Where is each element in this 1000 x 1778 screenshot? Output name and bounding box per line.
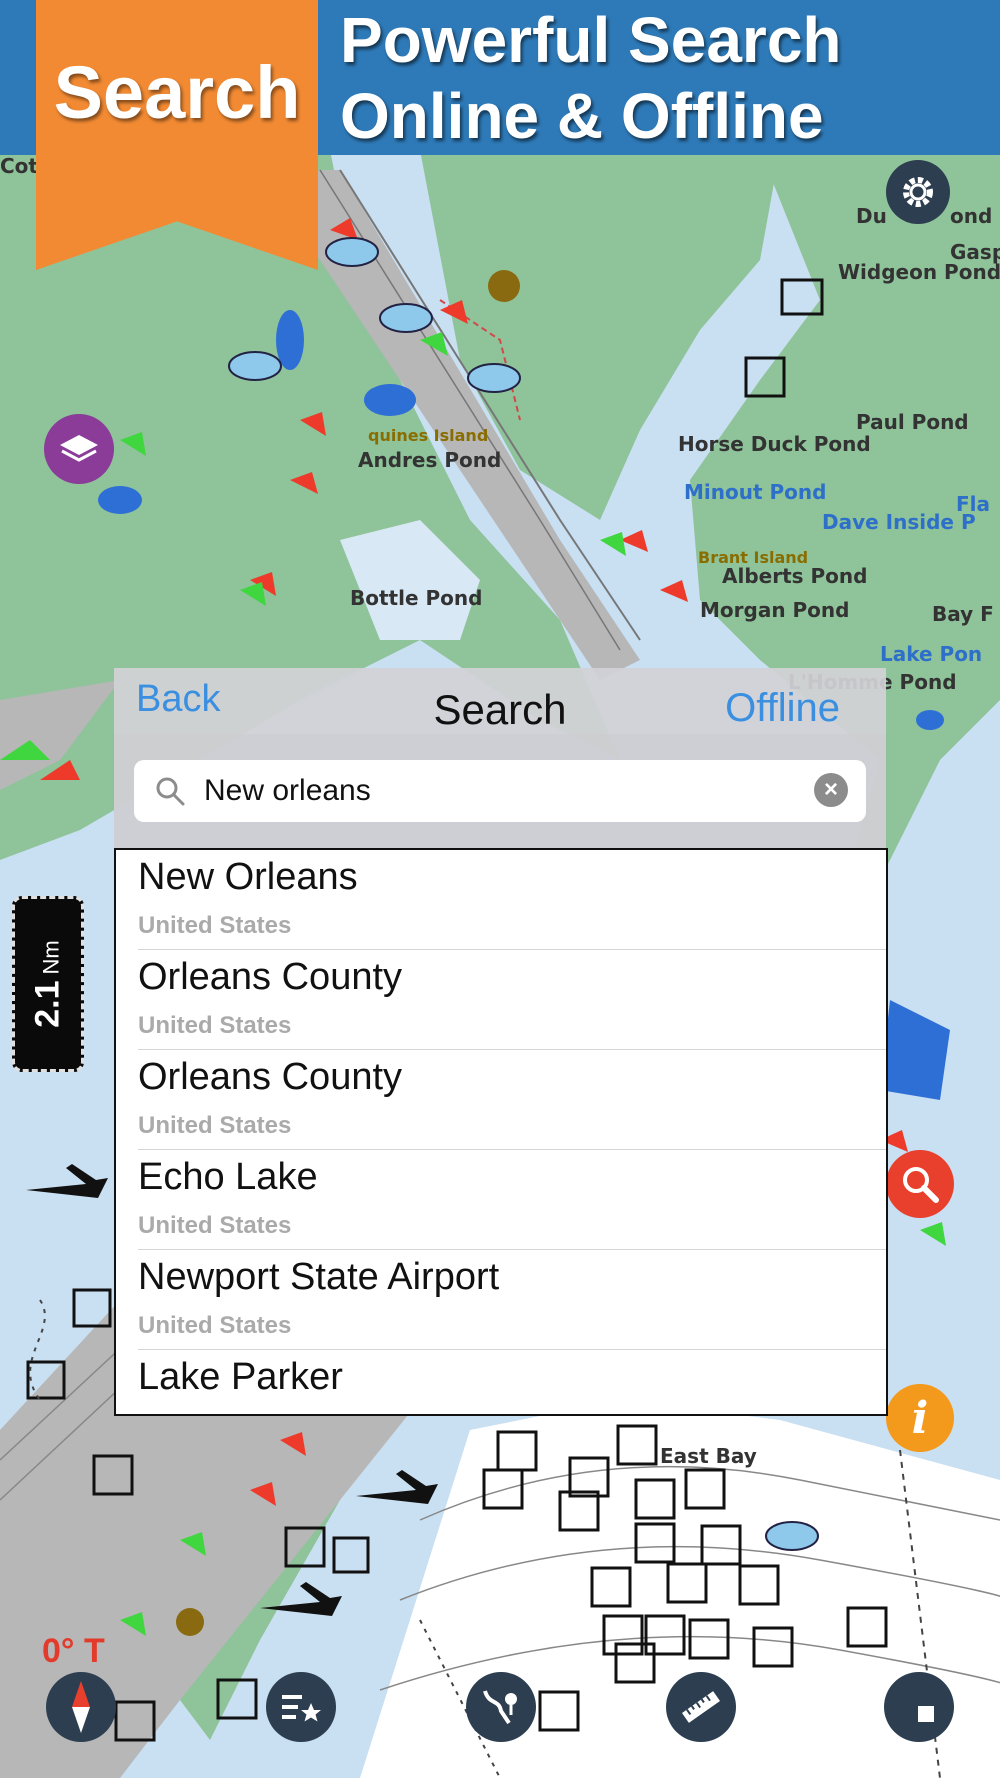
- map-label-gasp: Gasp: [950, 240, 1000, 264]
- result-name: Lake Parker: [138, 1356, 343, 1398]
- search-icon: [156, 777, 185, 806]
- result-name: Orleans County: [138, 956, 403, 998]
- info-button[interactable]: i: [886, 1384, 954, 1452]
- stop-icon: [918, 1706, 934, 1722]
- compass-icon: [72, 1681, 90, 1733]
- search-results-list[interactable]: New Orleans United States Orleans County Un…: [114, 848, 888, 1416]
- search-input[interactable]: [204, 760, 804, 822]
- map-label-fla: Fla: [956, 492, 991, 516]
- heading-readout: 0° T: [42, 1632, 105, 1670]
- map-label-ond: ond: [950, 204, 993, 228]
- offline-button[interactable]: Offline: [725, 686, 840, 731]
- search-result-row[interactable]: Newport State Airport United States: [138, 1250, 886, 1350]
- favorites-button[interactable]: [266, 1672, 336, 1742]
- search-result-row[interactable]: Orleans County United States: [138, 950, 886, 1050]
- map-label-minout-pond: Minout Pond: [684, 480, 827, 504]
- route-button[interactable]: [466, 1672, 536, 1742]
- result-name: Echo Lake: [138, 1156, 318, 1198]
- scale-value: 2.1: [28, 980, 67, 1028]
- banner-line-1: Powerful Search: [340, 4, 842, 76]
- route-icon: [483, 1690, 517, 1725]
- map-label-morgan-pond: Morgan Pond: [700, 598, 850, 622]
- search-ribbon-label: Search: [53, 51, 301, 134]
- search-result-row[interactable]: Echo Lake United States: [138, 1150, 886, 1250]
- scale-unit: Nm: [38, 940, 64, 975]
- info-icon: i: [911, 1392, 929, 1444]
- record-button[interactable]: [884, 1672, 954, 1742]
- result-country: United States: [138, 912, 292, 939]
- map-label-paul-pond: Paul Pond: [856, 410, 969, 434]
- search-panel: Back Search Offline × New Orleans United …: [114, 668, 888, 1416]
- search-header: Back Search Offline: [114, 668, 886, 734]
- ruler-icon: [681, 1691, 721, 1723]
- scale-bar: 2.1 Nm: [12, 896, 84, 1072]
- map-label-horse-duck-pond: Horse Duck Pond: [678, 432, 871, 456]
- map-label-andres-pond: Andres Pond: [358, 448, 502, 472]
- result-country: United States: [138, 1312, 292, 1339]
- search-map-button[interactable]: [886, 1150, 954, 1218]
- map-label-bay: Bay F: [932, 602, 994, 626]
- search-result-row[interactable]: New Orleans United States: [138, 850, 886, 950]
- layers-icon: [60, 435, 98, 462]
- compass-button[interactable]: [46, 1672, 116, 1742]
- map-label-lake-pond: Lake Pon: [880, 642, 983, 666]
- magnifier-icon: [903, 1167, 939, 1203]
- map-label-bottle-pond: Bottle Pond: [350, 586, 483, 610]
- map-label-alberts-pond: Alberts Pond: [722, 564, 868, 588]
- favorites-list-icon: [282, 1695, 321, 1722]
- measure-button[interactable]: [666, 1672, 736, 1742]
- result-name: Newport State Airport: [138, 1256, 500, 1298]
- search-field[interactable]: ×: [134, 760, 866, 822]
- map-label-quines-island: quines Island: [368, 426, 489, 445]
- banner-line-2: Online & Offline: [340, 80, 824, 152]
- settings-button[interactable]: [886, 160, 950, 224]
- search-result-row[interactable]: Orleans County United States: [138, 1050, 886, 1150]
- result-country: United States: [138, 1012, 292, 1039]
- clear-icon[interactable]: ×: [814, 773, 848, 807]
- result-country: United States: [138, 1212, 292, 1239]
- result-country: United States: [138, 1112, 292, 1139]
- result-name: New Orleans: [138, 856, 358, 898]
- map-label-du: Du: [856, 204, 887, 228]
- map-label-east-bay: East Bay: [660, 1444, 757, 1468]
- layers-button[interactable]: [44, 414, 114, 484]
- gear-icon: [903, 177, 933, 207]
- search-result-row[interactable]: Lake Parker: [138, 1350, 886, 1414]
- map-label-dave-inside: Dave Inside P: [822, 510, 976, 534]
- result-name: Orleans County: [138, 1056, 403, 1098]
